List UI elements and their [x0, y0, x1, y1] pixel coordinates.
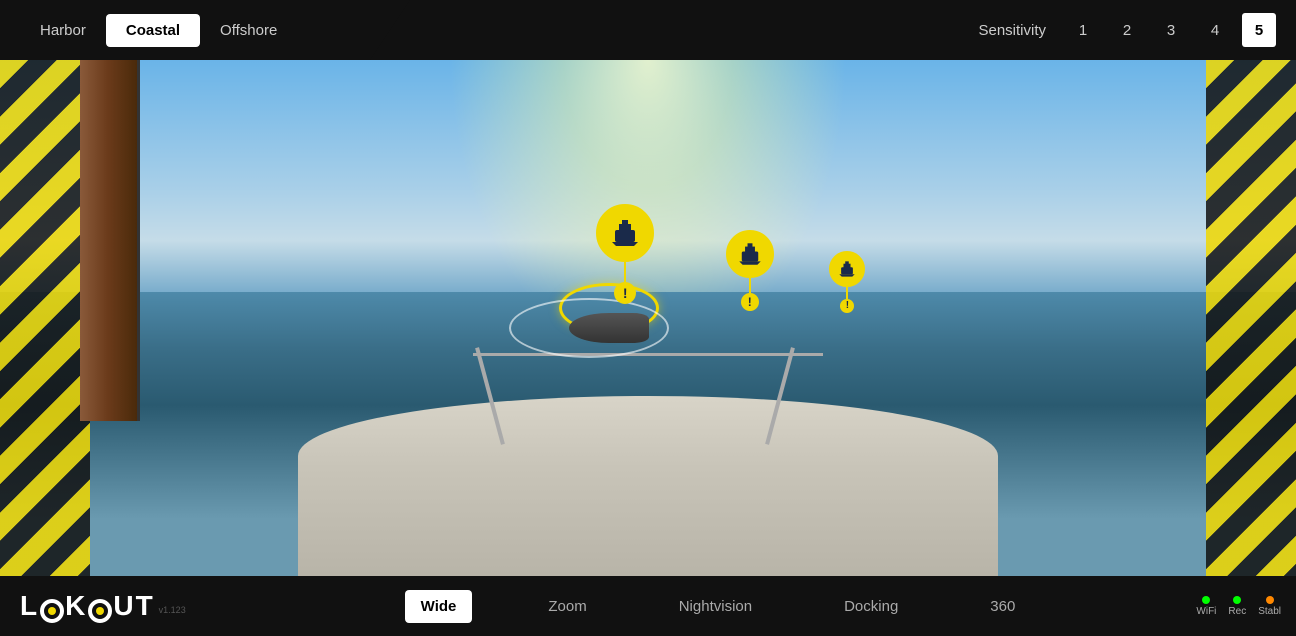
stabl-status: Stabl — [1258, 596, 1281, 617]
ship-icon-3 — [829, 251, 865, 287]
ship-icon-2 — [726, 230, 774, 278]
logo-o2 — [87, 590, 113, 623]
nightvision-view-btn[interactable]: Nightvision — [663, 590, 768, 623]
sensitivity-4-btn[interactable]: 4 — [1198, 13, 1232, 47]
ship-detection-2[interactable]: ! — [726, 230, 774, 311]
sensitivity-3-btn[interactable]: 3 — [1154, 13, 1188, 47]
ship-svg-2 — [736, 240, 764, 268]
coastal-mode-btn[interactable]: Coastal — [106, 14, 200, 47]
sensitivity-5-btn[interactable]: 5 — [1242, 13, 1276, 47]
bottom-navigation: L K UT v1.123 Wide Zoom Nightvision Dock… — [0, 576, 1296, 636]
marker-line-2 — [749, 278, 751, 293]
logo-ut: UT — [113, 590, 154, 622]
docking-view-btn[interactable]: Docking — [828, 590, 914, 623]
rec-status: Rec — [1228, 596, 1246, 617]
logo-target-dot — [48, 607, 56, 615]
ship-detection-3[interactable]: ! — [829, 251, 865, 313]
harbor-mode-btn[interactable]: Harbor — [20, 14, 106, 47]
top-navigation: Harbor Coastal Offshore Sensitivity 1 2 … — [0, 0, 1296, 60]
warning-edge-right — [1206, 60, 1296, 576]
wifi-status: WiFi — [1196, 596, 1216, 617]
marker-line-3 — [846, 287, 848, 299]
stabl-indicator — [1266, 596, 1274, 604]
ship-detection-1[interactable]: ! — [596, 204, 654, 304]
rec-label: Rec — [1228, 606, 1246, 617]
speedboat-wake — [509, 298, 669, 358]
sensitivity-1-btn[interactable]: 1 — [1066, 13, 1100, 47]
logo-o-circle-2 — [88, 599, 112, 623]
warning-badge-1: ! — [614, 282, 636, 304]
logo-target-dot-2 — [96, 607, 104, 615]
view-mode-selector: Wide Zoom Nightvision Docking 360 — [260, 590, 1176, 623]
status-indicators: WiFi Rec Stabl — [1176, 596, 1296, 617]
marker-line-1 — [624, 262, 626, 282]
360-view-btn[interactable]: 360 — [974, 590, 1031, 623]
logo-o1 — [39, 590, 65, 623]
offshore-mode-btn[interactable]: Offshore — [200, 14, 297, 47]
wide-view-btn[interactable]: Wide — [405, 590, 473, 623]
main-camera-view: ! ! ! — [0, 60, 1296, 576]
logo-area: L K UT v1.123 — [0, 590, 260, 623]
sensitivity-buttons: 1 2 3 4 5 — [1066, 13, 1276, 47]
version-label: v1.123 — [159, 605, 186, 615]
wifi-indicator — [1202, 596, 1210, 604]
warning-badge-3: ! — [840, 299, 854, 313]
logo-kout: K — [65, 590, 87, 622]
stabl-label: Stabl — [1258, 606, 1281, 617]
speedboat — [569, 313, 649, 343]
mode-selector: Harbor Coastal Offshore — [0, 14, 958, 47]
sensitivity-2-btn[interactable]: 2 — [1110, 13, 1144, 47]
wifi-label: WiFi — [1196, 606, 1216, 617]
logo-o-circle — [40, 599, 64, 623]
dock-structure — [80, 60, 140, 421]
logo-look: L — [20, 590, 39, 622]
sensitivity-control: Sensitivity 1 2 3 4 5 — [958, 13, 1296, 47]
ship-svg-3 — [837, 259, 857, 279]
boat-horizontal-rail — [473, 353, 823, 356]
rec-indicator — [1233, 596, 1241, 604]
zoom-view-btn[interactable]: Zoom — [532, 590, 602, 623]
ship-icon-1 — [596, 204, 654, 262]
warning-badge-2: ! — [741, 293, 759, 311]
ship-svg-1 — [608, 216, 642, 250]
logo: L K UT — [20, 590, 155, 623]
sensitivity-label: Sensitivity — [978, 22, 1046, 39]
warning-edge-left — [0, 60, 90, 576]
boat-deck — [298, 396, 998, 576]
